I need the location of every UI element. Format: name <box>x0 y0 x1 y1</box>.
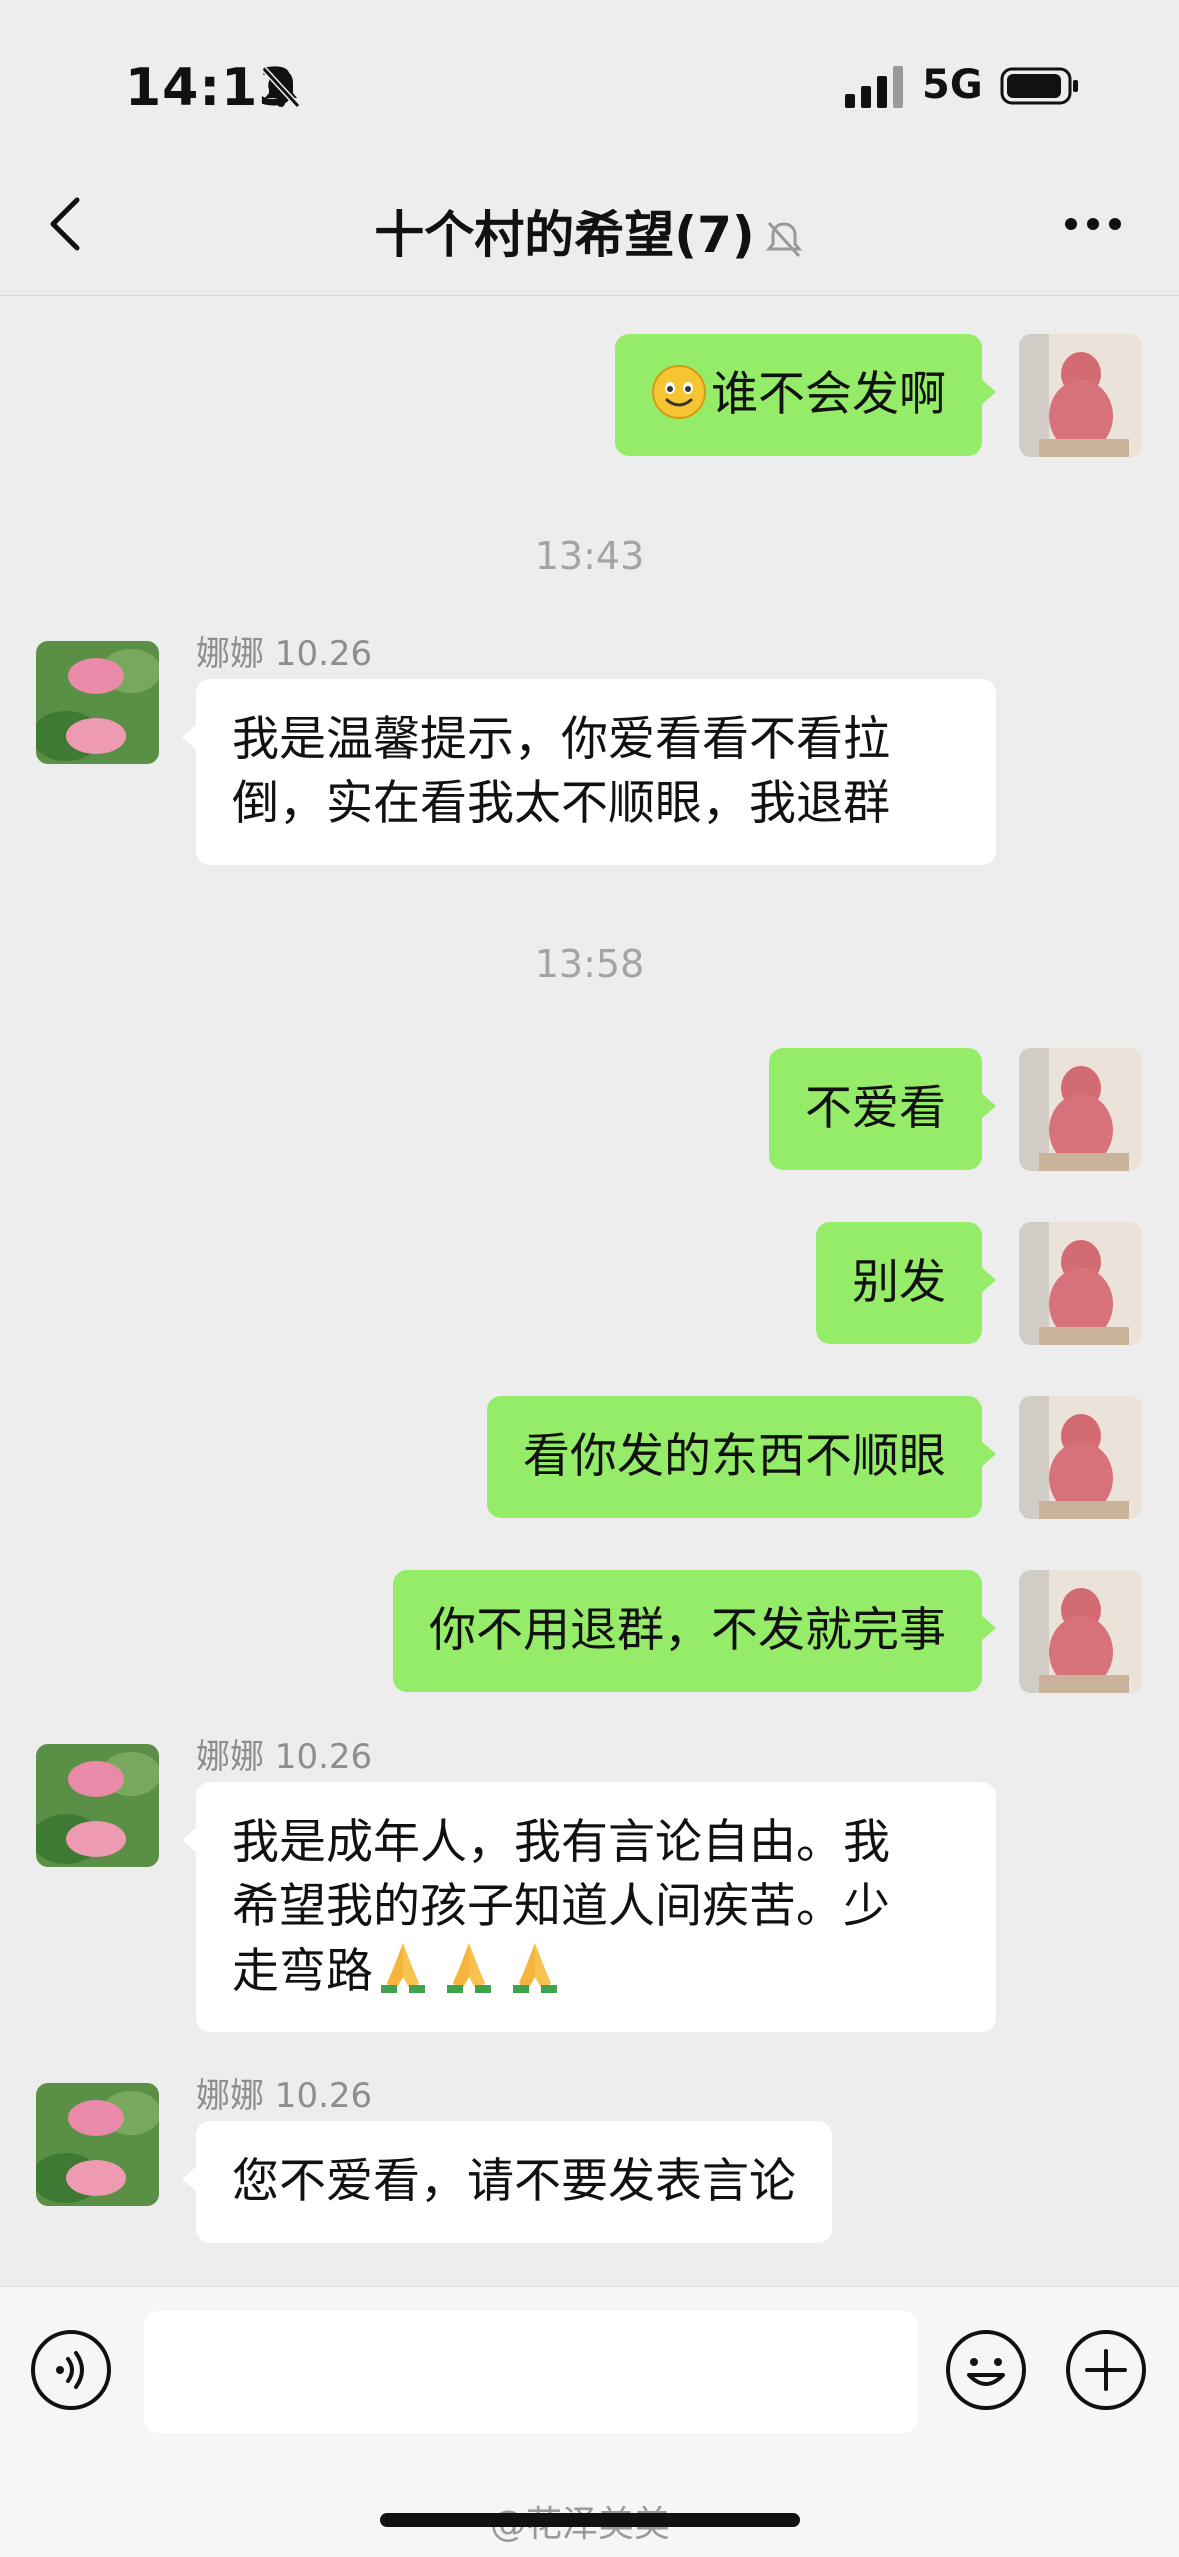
my-avatar[interactable] <box>1019 334 1142 457</box>
battery-icon <box>1000 67 1078 105</box>
my-avatar[interactable] <box>1019 1222 1142 1345</box>
message-bubble-outgoing[interactable]: 看你发的东西不顺眼 <box>487 1396 996 1518</box>
message-list[interactable]: 谁不会发啊 13:43 娜娜 10.26 我是温馨提示，你爱看看不看拉 倒，实在… <box>0 296 1179 2286</box>
message-bubble-incoming[interactable]: 我是温馨提示，你爱看看不看拉 倒，实在看我太不顺眼，我退群 <box>182 679 996 865</box>
message-text: 别发 <box>852 1255 946 1310</box>
message-bubble-outgoing[interactable]: 别发 <box>816 1222 996 1344</box>
sender-name: 娜娜 10.26 <box>196 2076 373 2116</box>
message-text-line: 希望我的孩子知道人间疾苦。少 <box>232 1879 890 1934</box>
sender-name: 娜娜 10.26 <box>196 1737 373 1777</box>
message-bubble-outgoing[interactable]: 谁不会发啊 <box>615 334 996 456</box>
my-avatar[interactable] <box>1019 1570 1142 1693</box>
message-text: 谁不会发啊 <box>711 367 946 422</box>
timestamp: 13:43 <box>534 534 645 578</box>
pray-emoji <box>381 1943 425 1993</box>
pray-emoji <box>513 1943 557 1993</box>
bell-slash-icon <box>261 66 301 109</box>
sender-avatar[interactable] <box>36 2083 159 2206</box>
message-input[interactable] <box>144 2311 918 2433</box>
home-indicator <box>380 2513 800 2527</box>
message-text: 您不爱看，请不要发表言论 <box>232 2154 796 2209</box>
status-bar: 14:13 5G <box>0 0 1179 150</box>
message-bubble-incoming[interactable]: 您不爱看，请不要发表言论 <box>182 2121 832 2243</box>
chat-header: 十个村的希望(7) <box>0 150 1179 296</box>
pray-emoji <box>447 1943 491 1993</box>
chat-title: 十个村的希望(7) <box>0 195 1179 267</box>
sender-name: 娜娜 10.26 <box>196 634 373 674</box>
message-text-line: 倒，实在看我太不顺眼，我退群 <box>232 776 890 831</box>
message-bubble-outgoing[interactable]: 你不用退群，不发就完事 <box>393 1570 996 1692</box>
plus-icon[interactable] <box>1065 2329 1147 2411</box>
input-bar: @花泽美美 <box>0 2286 1179 2557</box>
more-icon[interactable] <box>1063 214 1123 234</box>
message-text-line: 我是成年人，我有言论自由。我 <box>232 1815 890 1870</box>
timestamp: 13:58 <box>534 942 645 986</box>
mute-bell-icon <box>765 221 802 257</box>
message-bubble-incoming[interactable]: 我是成年人，我有言论自由。我 希望我的孩子知道人间疾苦。少 走弯路 <box>182 1782 996 2032</box>
message-text: 不爱看 <box>805 1081 946 1136</box>
message-text-line: 走弯路 <box>232 1944 373 1999</box>
network-type: 5G <box>922 62 983 108</box>
group-name: 十个村的希望 <box>374 206 675 264</box>
sender-avatar[interactable] <box>36 1744 159 1867</box>
message-text-line: 我是温馨提示，你爱看看不看拉 <box>232 712 890 767</box>
message-bubble-outgoing[interactable]: 不爱看 <box>769 1048 996 1170</box>
emoji-icon[interactable] <box>945 2329 1027 2411</box>
message-text: 你不用退群，不发就完事 <box>429 1603 946 1658</box>
signal-icon <box>845 66 903 108</box>
member-count: (7) <box>674 206 755 264</box>
my-avatar[interactable] <box>1019 1396 1142 1519</box>
voice-icon[interactable] <box>30 2329 112 2411</box>
sender-avatar[interactable] <box>36 641 159 764</box>
my-avatar[interactable] <box>1019 1048 1142 1171</box>
smile-emoji <box>652 365 706 419</box>
message-text: 看你发的东西不顺眼 <box>523 1429 946 1484</box>
